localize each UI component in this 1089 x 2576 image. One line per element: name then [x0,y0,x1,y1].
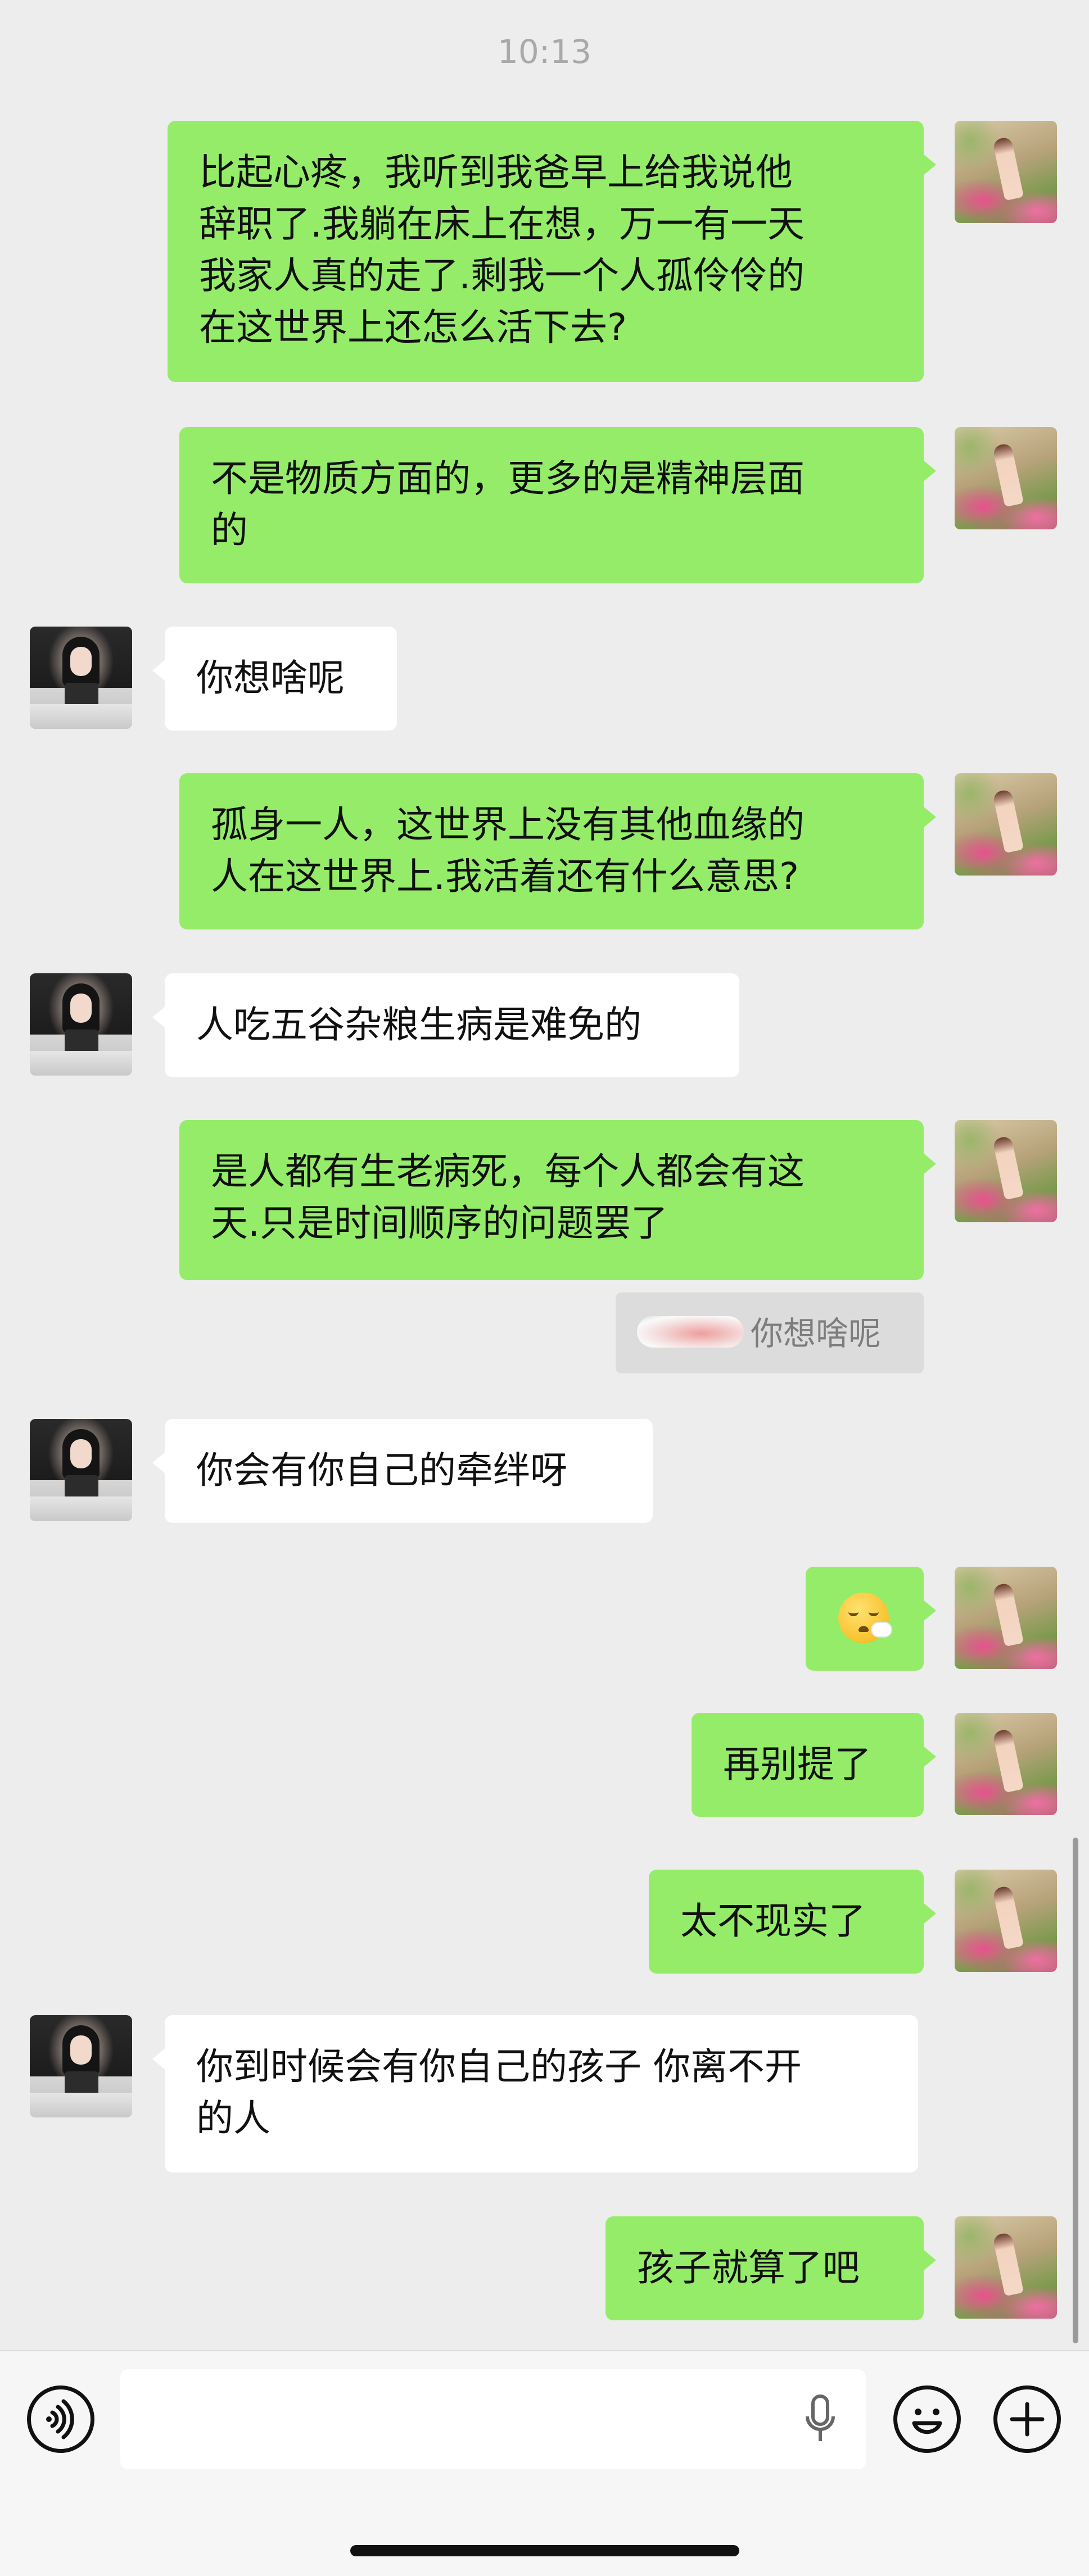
message-bubble-sent[interactable]: 再别提了 [692,1713,936,1817]
message-bubble-sent[interactable]: 孩子就算了吧 [605,2216,936,2320]
voice-icon [46,2399,74,2439]
message-bubble-sent[interactable] [806,1567,936,1671]
scrollbar[interactable] [1073,1838,1078,2343]
microphone-icon[interactable] [801,2392,840,2448]
voice-button[interactable] [27,2385,94,2453]
message-bubble-sent[interactable]: 孤身一人，这世界上没有其他血缘的 人在这世界上.我活着还有什么意思? [179,773,936,929]
message-bubble-sent[interactable]: 是人都有生老病死，每个人都会有这 天.只是时间顺序的问题罢了 [179,1120,936,1280]
face-exhaling-icon [838,1593,891,1643]
input-bar [0,2350,1089,2576]
message-text: 比起心疼，我听到我爸早上给我说他 辞职了.我躺在床上在想，万一有一天 我家人真的… [199,151,805,349]
message-text: 太不现实了 [680,1899,866,1943]
blurred-username [637,1316,744,1348]
message-text: 你想啥呢 [196,656,345,700]
smiley-icon [912,2409,942,2434]
message-bubble-received[interactable]: 你想啥呢 [152,627,397,731]
contact-avatar[interactable] [30,973,132,1076]
chat-screen: 10:13 比起心疼，我听到我爸早上给我说他 辞职了.我躺在床上在想，万一有一天… [0,0,1089,2576]
message-input[interactable] [120,2369,866,2469]
message-text: 再别提了 [723,1743,871,1786]
plus-icon [1010,2402,1045,2437]
quoted-reply[interactable]: 你想啥呢 [616,1292,924,1373]
message-text: 不是物质方面的，更多的是精神层面 的 [211,457,805,552]
my-avatar[interactable] [955,1567,1057,1669]
contact-avatar[interactable] [30,1419,132,1521]
add-button[interactable] [993,2385,1061,2453]
contact-avatar[interactable] [30,2015,132,2117]
my-avatar[interactable] [955,1870,1057,1972]
contact-avatar[interactable] [30,627,132,729]
message-text: 孩子就算了吧 [637,2246,860,2289]
my-avatar[interactable] [955,1120,1057,1222]
message-text: 你到时候会有你自己的孩子 你离不开 的人 [196,2045,802,2140]
emoji-button[interactable] [893,2385,961,2453]
message-bubble-sent[interactable]: 太不现实了 [649,1870,936,1974]
my-avatar[interactable] [955,121,1057,223]
message-bubble-received[interactable]: 你到时候会有你自己的孩子 你离不开 的人 [152,2015,918,2173]
message-text: 人吃五谷杂粮生病是难免的 [196,1003,641,1046]
my-avatar[interactable] [955,1713,1057,1815]
message-bubble-received[interactable]: 你会有你自己的牵绊呀 [152,1419,653,1523]
message-text: 你会有你自己的牵绊呀 [196,1449,567,1492]
message-bubble-received[interactable]: 人吃五谷杂粮生病是难免的 [152,973,739,1077]
home-indicator[interactable] [350,2545,739,2556]
message-bubble-sent[interactable]: 比起心疼，我听到我爸早上给我说他 辞职了.我躺在床上在想，万一有一天 我家人真的… [168,121,936,382]
message-text: 孤身一人，这世界上没有其他血缘的 人在这世界上.我活着还有什么意思? [211,803,805,898]
my-avatar[interactable] [955,427,1057,529]
message-text: 是人都有生老病死，每个人都会有这 天.只是时间顺序的问题罢了 [211,1150,805,1245]
my-avatar[interactable] [955,773,1057,876]
status-time: 10:13 [497,33,592,71]
quoted-text: 你想啥呢 [751,1314,882,1353]
my-avatar[interactable] [955,2216,1057,2319]
message-bubble-sent[interactable]: 不是物质方面的，更多的是精神层面 的 [179,427,936,583]
